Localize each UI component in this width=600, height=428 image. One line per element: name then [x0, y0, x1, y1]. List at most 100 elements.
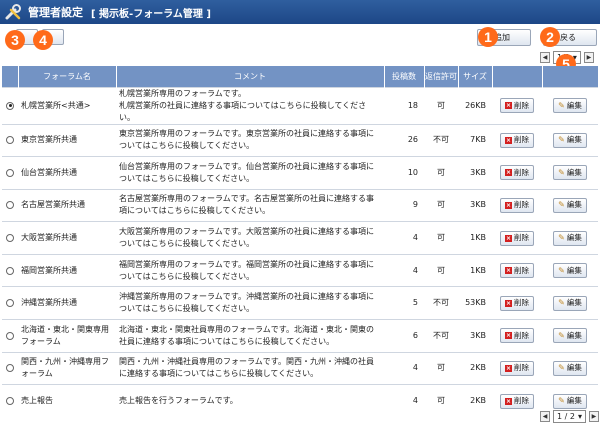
pencil-icon: ✎ [558, 298, 565, 308]
table-row[interactable]: 関西・九州・沖縄専用フォーラム 関西・九州・沖縄社員専用のフォーラムです。関西・九… [2, 351, 598, 385]
edit-button[interactable]: ✎ 編集 [553, 393, 587, 409]
row-radio[interactable] [6, 364, 14, 373]
table-row[interactable]: 札幌営業所<共通> 札幌営業所専用のフォーラムです。 札幌営業所の社員に連絡する事項… [2, 86, 598, 124]
delete-button-label: 削除 [514, 135, 529, 145]
row-radio[interactable] [6, 201, 14, 210]
row-select-cell [2, 188, 18, 222]
forum-table: フォーラム名 コメント 投稿数 返信許可 サイズ 札幌営業所<共通> 札幌営業所専… [2, 66, 599, 418]
callout-marker-2: 2 [540, 27, 560, 47]
chevron-down-icon: ▾ [577, 412, 582, 421]
edit-button[interactable]: ✎ 編集 [553, 197, 587, 213]
edit-cell: ✎ 編集 [542, 286, 598, 320]
next-page-button-bottom[interactable]: ▶ [588, 411, 599, 422]
size-cell: 1KB [458, 253, 492, 287]
size-cell: 3KB [458, 188, 492, 222]
edit-button-label: 編集 [566, 265, 582, 275]
delete-cell: × 削除 [492, 253, 542, 287]
row-radio[interactable] [6, 101, 14, 110]
delete-button-label: 削除 [514, 330, 529, 340]
posts-cell: 4 [384, 221, 424, 255]
delete-button[interactable]: × 削除 [500, 98, 534, 113]
size-cell: 1KB [458, 221, 492, 255]
delete-button[interactable]: × 削除 [500, 328, 534, 344]
delete-cell: × 削除 [492, 221, 542, 255]
row-select-cell [2, 351, 18, 385]
edit-button[interactable]: ✎ 編集 [553, 263, 587, 279]
column-select [2, 66, 19, 87]
delete-button-label: 削除 [514, 265, 529, 275]
delete-button-label: 削除 [514, 298, 529, 308]
callout-marker-1: 1 [478, 27, 498, 47]
delete-icon: × [505, 234, 512, 242]
delete-button-label: 削除 [514, 396, 529, 406]
size-cell: 3KB [458, 156, 492, 190]
prev-page-button[interactable]: ◀ [540, 52, 550, 63]
delete-button[interactable]: × 削除 [500, 360, 534, 376]
forum-name-cell: 札幌営業所<共通> [18, 86, 116, 124]
row-radio[interactable] [6, 331, 14, 340]
edit-button-label: 編集 [566, 100, 582, 110]
table-row[interactable]: 東京営業所共通 東京営業所専用のフォーラムです。東京営業所の社員に連絡する事項につ… [2, 123, 598, 157]
reply-cell: 不可 [424, 123, 458, 157]
reply-cell: 可 [424, 351, 458, 385]
edit-button[interactable]: ✎ 編集 [553, 132, 587, 148]
edit-cell: ✎ 編集 [542, 351, 598, 385]
delete-button[interactable]: × 削除 [500, 230, 534, 246]
edit-button-label: 編集 [566, 167, 582, 177]
prev-page-button-bottom[interactable]: ◀ [540, 411, 550, 422]
comment-cell: 東京営業所専用のフォーラムです。東京営業所の社員に連絡する事項についてはこちらに… [116, 123, 384, 157]
back-button-label: 戻る [560, 33, 576, 42]
row-radio[interactable] [6, 266, 14, 275]
row-select-cell [2, 86, 18, 124]
next-page-button[interactable]: ▶ [583, 52, 594, 63]
posts-cell: 26 [384, 123, 424, 157]
table-row[interactable]: 北海道・東北・関東専用フォーラム 北海道・東北・関東社員専用のフォーラムです。北海… [2, 319, 598, 353]
row-radio[interactable] [6, 299, 14, 308]
delete-button[interactable]: × 削除 [500, 132, 534, 148]
row-radio[interactable] [6, 234, 14, 243]
edit-button[interactable]: ✎ 編集 [553, 165, 587, 181]
edit-button-label: 編集 [566, 135, 582, 145]
comment-cell: 関西・九州・沖縄社員専用のフォーラムです。関西・九州・沖縄の社員に連絡する事項に… [116, 351, 384, 385]
reply-cell: 可 [424, 221, 458, 255]
column-size: サイズ [458, 66, 493, 87]
table-row[interactable]: 名古屋営業所共通 名古屋営業所専用のフォーラムです。名古屋営業所の社員に連絡する事… [2, 188, 598, 222]
edit-button[interactable]: ✎ 編集 [553, 295, 587, 311]
posts-cell: 4 [384, 384, 424, 418]
table-row[interactable]: 福岡営業所共通 福岡営業所専用のフォーラムです。福岡営業所の社員に連絡する事項につ… [2, 253, 598, 287]
page-subtitle: [ 掲示板-フォーラム管理 ] [91, 8, 211, 20]
edit-button[interactable]: ✎ 編集 [553, 230, 587, 246]
delete-button[interactable]: × 削除 [500, 165, 534, 181]
column-posts: 投稿数 [384, 66, 425, 87]
delete-button[interactable]: × 削除 [500, 263, 534, 279]
row-radio[interactable] [6, 136, 14, 145]
table-row[interactable]: 仙台営業所共通 仙台営業所専用のフォーラムです。仙台営業所の社員に連絡する事項につ… [2, 156, 598, 190]
delete-button[interactable]: × 削除 [500, 393, 534, 409]
posts-cell: 9 [384, 188, 424, 222]
delete-icon: × [505, 169, 512, 177]
reply-cell: 可 [424, 384, 458, 418]
table-row[interactable]: 沖縄営業所共通 沖縄営業所専用のフォーラムです。沖縄営業所の社員に連絡する事項につ… [2, 286, 598, 320]
reply-cell: 可 [424, 156, 458, 190]
edit-cell: ✎ 編集 [542, 86, 598, 124]
delete-icon: × [505, 136, 512, 144]
comment-cell: 名古屋営業所専用のフォーラムです。名古屋営業所の社員に連絡する事項についてはこち… [116, 188, 384, 222]
edit-button[interactable]: ✎ 編集 [553, 360, 587, 376]
delete-button-label: 削除 [514, 100, 529, 110]
table-row[interactable]: 大阪営業所共通 大阪営業所専用のフォーラムです。大阪営業所の社員に連絡する事項につ… [2, 221, 598, 255]
page-select-bottom[interactable]: 1 / 2 ▾ [553, 410, 586, 423]
bottom-pager: ◀ 1 / 2 ▾ ▶ [540, 410, 599, 423]
edit-button[interactable]: ✎ 編集 [553, 98, 587, 113]
edit-button[interactable]: ✎ 編集 [553, 328, 587, 344]
delete-icon: × [505, 364, 512, 372]
edit-cell: ✎ 編集 [542, 319, 598, 353]
forum-name-cell: 名古屋営業所共通 [18, 188, 116, 222]
row-radio[interactable] [6, 397, 14, 406]
pencil-icon: ✎ [558, 233, 565, 243]
table-row[interactable]: 売上報告 売上報告を行うフォーラムです。 4 可 2KB × 削除 ✎ 編集 [2, 384, 598, 418]
delete-button[interactable]: × 削除 [500, 197, 534, 213]
row-radio[interactable] [6, 168, 14, 177]
delete-icon: × [505, 267, 512, 275]
comment-cell: 福岡営業所専用のフォーラムです。福岡営業所の社員に連絡する事項についてはこちらに… [116, 253, 384, 287]
delete-button[interactable]: × 削除 [500, 295, 534, 311]
